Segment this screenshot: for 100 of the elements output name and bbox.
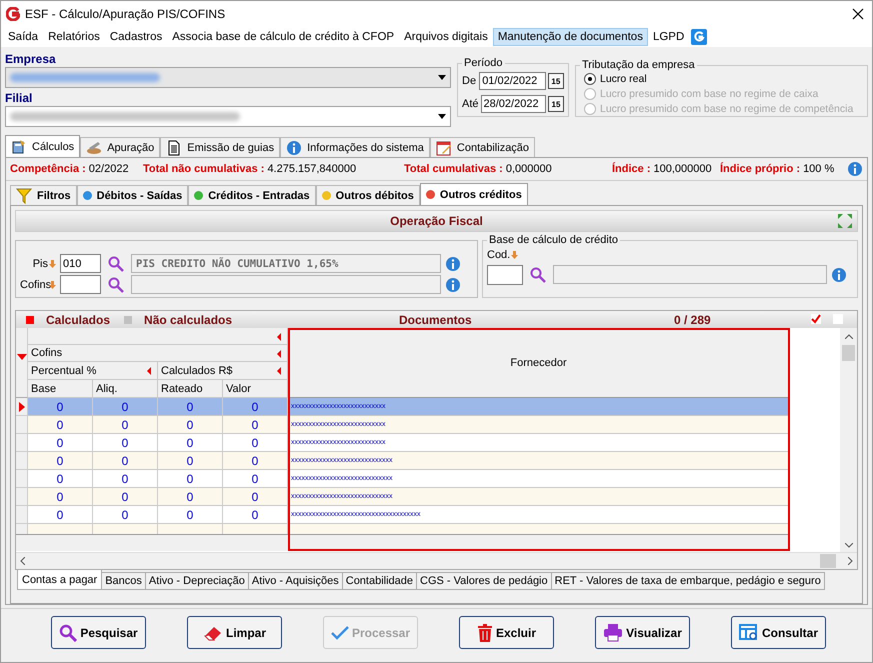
search-icon[interactable]: [108, 256, 124, 272]
code-field[interactable]: [487, 264, 523, 284]
action-button[interactable]: Excluir: [459, 616, 554, 649]
summary-label: Índice :: [612, 163, 651, 175]
tab[interactable]: Contas a pagar: [17, 569, 102, 590]
window-title: ESF - Cálculo/Apuração PIS/COFINS: [25, 7, 226, 21]
dropdown-caret-icon[interactable]: [438, 75, 446, 80]
expand-icon[interactable]: [837, 213, 853, 229]
tab[interactable]: Contabilização: [430, 137, 536, 157]
table-cell: 0: [28, 488, 93, 506]
action-button[interactable]: Limpar: [187, 616, 282, 649]
menu-item[interactable]: LGPD: [648, 28, 690, 46]
code-field[interactable]: [60, 275, 101, 294]
bowl-icon: [86, 140, 102, 156]
search-icon[interactable]: [108, 276, 124, 292]
table-cell: 0: [223, 434, 288, 452]
search-icon[interactable]: [530, 266, 546, 282]
app-logo-icon: [6, 7, 20, 21]
down-arrow-icon: [49, 260, 56, 268]
table-cell: 0: [93, 470, 158, 488]
date-field[interactable]: 28/02/2022: [480, 95, 546, 113]
tab[interactable]: Ativo - Depreciação: [144, 572, 249, 590]
info-icon[interactable]: [445, 256, 461, 272]
date-field[interactable]: 01/02/2022: [479, 72, 546, 90]
summary-label: Índice próprio :: [720, 163, 800, 175]
table-cell: 0: [28, 506, 93, 524]
tab[interactable]: Emissão de guias: [160, 137, 280, 157]
table-cell: 0: [223, 470, 288, 488]
collapse-arrow-icon[interactable]: [277, 333, 281, 341]
collapse-arrow-icon[interactable]: [277, 350, 281, 358]
tab[interactable]: Créditos - Entradas: [188, 185, 316, 205]
checkbox[interactable]: [811, 314, 821, 324]
scroll-thumb[interactable]: [820, 554, 836, 568]
scroll-up-icon[interactable]: [844, 334, 852, 339]
table-cell: 0: [158, 398, 223, 416]
tab[interactable]: Ativo - Aquisições: [248, 572, 343, 590]
column-header: Base: [28, 380, 93, 398]
document-icon: [166, 140, 182, 156]
info-icon[interactable]: [831, 266, 847, 282]
tab[interactable]: Apuração: [80, 137, 160, 157]
field-label: Empresa: [5, 52, 57, 67]
table-cell: 0: [223, 452, 288, 470]
column-header: Percentual %: [31, 364, 96, 376]
menu-item[interactable]: Saída: [3, 28, 44, 46]
horizontal-scrollbar[interactable]: [16, 552, 857, 569]
table-cell: 0: [158, 452, 223, 470]
trash-icon: [476, 624, 493, 642]
scroll-thumb[interactable]: [842, 345, 855, 361]
tab[interactable]: Outros créditos: [420, 183, 528, 205]
dropdown-arrow-icon[interactable]: [16, 354, 26, 360]
table-cell: 0: [158, 416, 223, 434]
tab[interactable]: Informações do sistema: [280, 137, 430, 157]
tab[interactable]: Contabilidade: [342, 572, 418, 590]
table-cell: [158, 524, 223, 534]
table-icon: [738, 624, 759, 642]
tab[interactable]: Outros débitos: [316, 185, 420, 205]
collapse-arrow-icon[interactable]: [147, 367, 151, 375]
scroll-down-icon[interactable]: [844, 543, 852, 548]
action-button[interactable]: Pesquisar: [51, 616, 146, 649]
info-icon[interactable]: [847, 161, 863, 177]
menu-item[interactable]: Relatórios: [43, 28, 105, 46]
app-icon[interactable]: [691, 29, 708, 45]
table-cell: 0: [28, 434, 93, 452]
tab[interactable]: Cálculos: [5, 135, 80, 157]
info-icon: [286, 140, 302, 156]
table-cell: 0: [28, 452, 93, 470]
collapse-arrow-icon[interactable]: [277, 367, 281, 375]
close-icon[interactable]: [852, 8, 864, 20]
action-button[interactable]: Consultar: [731, 616, 826, 649]
table-cell: 0: [93, 506, 158, 524]
calendar-button[interactable]: 15: [548, 73, 564, 89]
table-cell: 0: [223, 398, 288, 416]
menu-item[interactable]: Arquivos digitais: [399, 28, 493, 46]
menu-item[interactable]: Cadastros: [104, 28, 168, 46]
menu-item[interactable]: Associa base de cálculo de crédito à CFOP: [167, 28, 400, 46]
tab[interactable]: RET - Valores de taxa de embarque, pedágio e seguro: [550, 572, 825, 590]
row-indicator[interactable]: [16, 398, 28, 416]
action-button[interactable]: Visualizar: [595, 616, 690, 649]
grid-title: Documentos: [399, 312, 472, 326]
scroll-right-icon[interactable]: [848, 557, 853, 565]
tab[interactable]: Filtros: [10, 185, 77, 205]
calendar-button[interactable]: 15: [548, 96, 564, 112]
scroll-left-icon[interactable]: [20, 557, 25, 565]
table-cell: 0: [158, 488, 223, 506]
table-cell: 0: [28, 470, 93, 488]
code-field[interactable]: 010: [60, 254, 101, 273]
column-header: Cofins: [31, 347, 62, 359]
radio-option[interactable]: Lucro real: [580, 71, 863, 86]
table-cell: 0: [93, 488, 158, 506]
table-cell: 0: [28, 416, 93, 434]
menu-item[interactable]: Manutenção de documentos: [492, 28, 648, 46]
legend-label: Não calculados: [144, 312, 232, 326]
tab[interactable]: CGS - Valores de pedágio: [416, 572, 552, 590]
info-icon[interactable]: [445, 276, 461, 292]
tab[interactable]: Débitos - Saídas: [76, 185, 188, 205]
dropdown-caret-icon[interactable]: [438, 114, 446, 119]
checkbox[interactable]: [833, 314, 843, 324]
tab[interactable]: Bancos: [101, 572, 146, 590]
group-title: Base de cálculo de crédito: [488, 234, 620, 246]
table-cell: 0: [158, 470, 223, 488]
